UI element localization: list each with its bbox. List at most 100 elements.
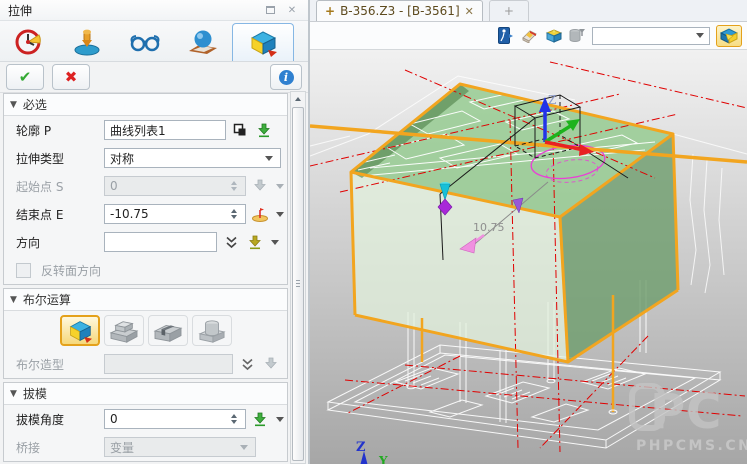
dialog-form: ▼ 必选 轮廓 P	[0, 91, 308, 464]
show-target-button[interactable]	[716, 25, 742, 47]
bridge-label: 桥接	[16, 439, 100, 456]
boolean-shape-row: 布尔造型	[4, 350, 287, 378]
flip-face-row: 反转面方向	[4, 256, 287, 284]
spinner-arrows-icon[interactable]	[228, 414, 240, 424]
extrude-type-select[interactable]: 对称	[104, 148, 281, 168]
start-point-input	[110, 179, 228, 193]
spinner-arrows-icon	[228, 181, 240, 191]
extrude-type-row: 拉伸类型 对称	[4, 144, 287, 172]
bridge-row: 桥接 变量	[4, 433, 287, 461]
filter-icon[interactable]	[568, 27, 586, 45]
eraser-icon[interactable]	[520, 27, 538, 45]
pick-target-icon[interactable]	[254, 120, 274, 140]
watermark-logo: PC	[650, 384, 722, 440]
info-icon: i	[279, 70, 294, 85]
watermark-text: PHPCMS.CN	[636, 438, 747, 454]
direction-input[interactable]	[110, 235, 211, 249]
pick-direction-icon[interactable]	[245, 232, 265, 252]
chevron-down-icon[interactable]	[276, 417, 284, 422]
end-point-label: 结束点 E	[16, 206, 100, 223]
spinner-arrows-icon[interactable]	[228, 209, 240, 219]
dialog-title: 拉伸	[8, 2, 256, 19]
chevron-down-disabled-icon	[276, 184, 284, 189]
copy-list-icon[interactable]	[230, 120, 250, 140]
bridge-select: 变量	[104, 437, 256, 457]
boolean-shape-label: 布尔造型	[16, 356, 100, 373]
ok-button[interactable]: ✔	[6, 64, 44, 90]
draft-angle-row: 拔模角度	[4, 405, 287, 433]
section-draft: ▼ 拔模 拔模角度	[3, 382, 288, 462]
glasses-icon	[129, 27, 161, 57]
boolean-intersect-button[interactable]	[192, 315, 232, 346]
tab-close-icon[interactable]: ✕	[465, 5, 474, 18]
tab-modified-icon: +	[325, 4, 335, 18]
new-document-tab[interactable]: +	[489, 0, 529, 21]
extrude-type-label: 拉伸类型	[16, 150, 100, 167]
info-button[interactable]: i	[270, 64, 302, 90]
corner-y-label: Y	[378, 454, 388, 464]
to-point-icon[interactable]	[250, 204, 270, 224]
dialog-icon-tabs	[0, 21, 308, 62]
start-point-input-box	[104, 176, 246, 196]
tab-sphere[interactable]	[174, 23, 232, 61]
section-boolean-header[interactable]: ▼ 布尔运算	[4, 289, 287, 311]
draft-angle-input[interactable]	[110, 412, 228, 426]
boolean-remove-button[interactable]	[148, 315, 188, 346]
dimension-value: 10.75	[473, 221, 505, 234]
section-draft-header[interactable]: ▼ 拔模	[4, 383, 287, 405]
section-required-title: 必选	[23, 96, 47, 113]
triad-z-label: Z	[548, 93, 556, 107]
scrollbar-up-icon[interactable]	[291, 92, 305, 106]
document-tab-bar: + B-356.Z3 - [B-3561] ✕ +	[310, 0, 747, 22]
tab-gauge[interactable]	[0, 23, 58, 61]
section-required: ▼ 必选 轮廓 P	[3, 93, 288, 285]
tab-stamp[interactable]	[58, 23, 116, 61]
exit-walk-icon[interactable]	[496, 27, 514, 45]
document-tab-active[interactable]: + B-356.Z3 - [B-3561] ✕	[316, 0, 483, 21]
boolean-shape-input-box	[104, 354, 233, 374]
direction-label: 方向	[16, 234, 100, 251]
blank-part-icon[interactable]	[544, 27, 562, 45]
form-scrollbar[interactable]	[290, 91, 306, 464]
close-icon[interactable]: ✕	[284, 3, 300, 17]
pick-target-disabled-icon	[261, 354, 281, 374]
boolean-add-icon	[108, 318, 140, 344]
scrollbar-thumb[interactable]	[292, 107, 304, 461]
section-boolean: ▼ 布尔运算	[3, 288, 288, 379]
ok-check-icon: ✔	[19, 68, 32, 86]
dialog-titlebar: 拉伸 ✕	[0, 0, 308, 21]
dialog-actions: ✔ ✖ i	[0, 62, 308, 93]
pick-target-icon[interactable]	[250, 409, 270, 429]
chevron-down-disabled-icon	[240, 445, 248, 450]
boolean-buttons-row	[4, 311, 287, 350]
boolean-shape-input	[110, 357, 227, 371]
section-draft-title: 拔模	[23, 385, 47, 402]
boolean-base-button[interactable]	[60, 315, 100, 346]
chevron-down-icon[interactable]	[271, 240, 279, 245]
filter-combobox[interactable]	[592, 27, 710, 45]
tab-glasses[interactable]	[116, 23, 174, 61]
stamp-icon	[72, 27, 102, 57]
cancel-button[interactable]: ✖	[52, 64, 90, 90]
section-required-header[interactable]: ▼ 必选	[4, 94, 287, 116]
document-tab-title: B-356.Z3 - [B-3561]	[340, 4, 460, 18]
extrude-type-value: 对称	[110, 150, 263, 167]
boolean-add-button[interactable]	[104, 315, 144, 346]
tab-extrude-active[interactable]	[232, 23, 294, 61]
end-point-input[interactable]	[110, 207, 228, 221]
minimize-icon[interactable]	[262, 3, 278, 17]
double-chevron-icon[interactable]	[221, 232, 241, 252]
chevron-down-icon[interactable]	[276, 212, 284, 217]
new-tab-plus-icon: +	[504, 4, 514, 18]
viewport-toolbar	[310, 22, 747, 50]
collapse-triangle-icon: ▼	[10, 389, 17, 399]
double-chevron-icon[interactable]	[237, 354, 257, 374]
sphere-icon	[187, 27, 219, 57]
pick-target-disabled-icon	[250, 176, 270, 196]
collapse-triangle-icon: ▼	[10, 295, 17, 305]
3d-viewport[interactable]: 10.75 Z PC PHPCMS.CN Z Y	[310, 50, 747, 464]
boolean-remove-icon	[152, 318, 184, 344]
gauge-icon	[14, 27, 44, 57]
profile-input[interactable]	[110, 123, 220, 137]
draft-angle-label: 拔模角度	[16, 411, 100, 428]
